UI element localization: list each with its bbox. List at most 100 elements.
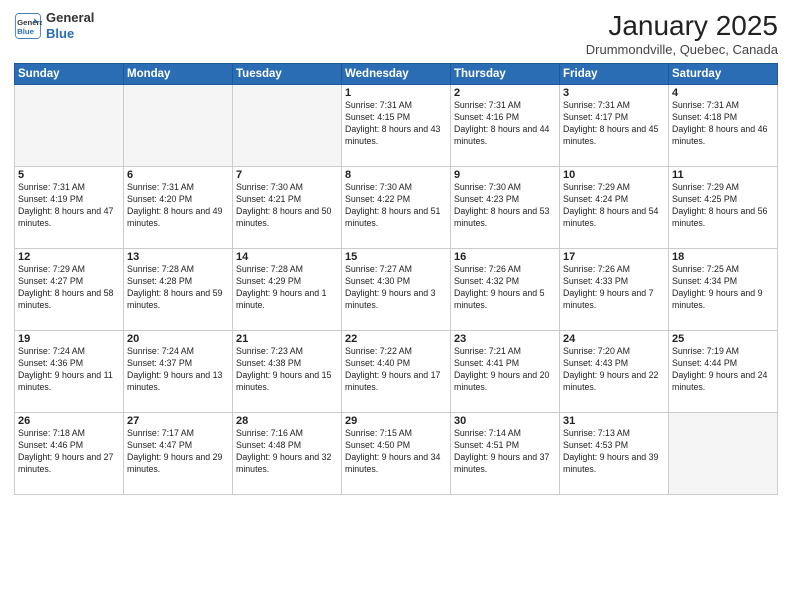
cell-text: Sunrise: 7:30 AM Sunset: 4:21 PM Dayligh… bbox=[236, 182, 338, 230]
day-number: 24 bbox=[563, 333, 665, 345]
calendar-cell: 7Sunrise: 7:30 AM Sunset: 4:21 PM Daylig… bbox=[233, 167, 342, 249]
calendar-cell: 5Sunrise: 7:31 AM Sunset: 4:19 PM Daylig… bbox=[15, 167, 124, 249]
weekday-header-monday: Monday bbox=[124, 64, 233, 85]
title-block: January 2025 Drummondville, Quebec, Cana… bbox=[586, 10, 778, 57]
day-number: 4 bbox=[672, 87, 774, 99]
day-number: 30 bbox=[454, 415, 556, 427]
cell-text: Sunrise: 7:16 AM Sunset: 4:48 PM Dayligh… bbox=[236, 428, 338, 476]
cell-text: Sunrise: 7:29 AM Sunset: 4:25 PM Dayligh… bbox=[672, 182, 774, 230]
day-number: 3 bbox=[563, 87, 665, 99]
calendar-cell: 26Sunrise: 7:18 AM Sunset: 4:46 PM Dayli… bbox=[15, 413, 124, 495]
cell-text: Sunrise: 7:26 AM Sunset: 4:33 PM Dayligh… bbox=[563, 264, 665, 312]
cell-text: Sunrise: 7:28 AM Sunset: 4:29 PM Dayligh… bbox=[236, 264, 338, 312]
weekday-header-tuesday: Tuesday bbox=[233, 64, 342, 85]
day-number: 6 bbox=[127, 169, 229, 181]
weekday-header-thursday: Thursday bbox=[451, 64, 560, 85]
cell-text: Sunrise: 7:21 AM Sunset: 4:41 PM Dayligh… bbox=[454, 346, 556, 394]
day-number: 29 bbox=[345, 415, 447, 427]
calendar-cell: 28Sunrise: 7:16 AM Sunset: 4:48 PM Dayli… bbox=[233, 413, 342, 495]
cell-text: Sunrise: 7:31 AM Sunset: 4:15 PM Dayligh… bbox=[345, 100, 447, 148]
week-row-4: 26Sunrise: 7:18 AM Sunset: 4:46 PM Dayli… bbox=[15, 413, 778, 495]
cell-text: Sunrise: 7:31 AM Sunset: 4:18 PM Dayligh… bbox=[672, 100, 774, 148]
day-number: 26 bbox=[18, 415, 120, 427]
calendar-cell: 2Sunrise: 7:31 AM Sunset: 4:16 PM Daylig… bbox=[451, 85, 560, 167]
day-number: 11 bbox=[672, 169, 774, 181]
day-number: 9 bbox=[454, 169, 556, 181]
day-number: 16 bbox=[454, 251, 556, 263]
day-number: 19 bbox=[18, 333, 120, 345]
calendar-table: SundayMondayTuesdayWednesdayThursdayFrid… bbox=[14, 63, 778, 495]
cell-text: Sunrise: 7:13 AM Sunset: 4:53 PM Dayligh… bbox=[563, 428, 665, 476]
cell-text: Sunrise: 7:27 AM Sunset: 4:30 PM Dayligh… bbox=[345, 264, 447, 312]
cell-text: Sunrise: 7:30 AM Sunset: 4:23 PM Dayligh… bbox=[454, 182, 556, 230]
weekday-header-sunday: Sunday bbox=[15, 64, 124, 85]
calendar-cell: 25Sunrise: 7:19 AM Sunset: 4:44 PM Dayli… bbox=[669, 331, 778, 413]
calendar-cell: 12Sunrise: 7:29 AM Sunset: 4:27 PM Dayli… bbox=[15, 249, 124, 331]
cell-text: Sunrise: 7:18 AM Sunset: 4:46 PM Dayligh… bbox=[18, 428, 120, 476]
day-number: 15 bbox=[345, 251, 447, 263]
calendar-cell: 22Sunrise: 7:22 AM Sunset: 4:40 PM Dayli… bbox=[342, 331, 451, 413]
day-number: 28 bbox=[236, 415, 338, 427]
week-row-3: 19Sunrise: 7:24 AM Sunset: 4:36 PM Dayli… bbox=[15, 331, 778, 413]
calendar-cell bbox=[15, 85, 124, 167]
day-number: 8 bbox=[345, 169, 447, 181]
calendar-cell: 18Sunrise: 7:25 AM Sunset: 4:34 PM Dayli… bbox=[669, 249, 778, 331]
day-number: 7 bbox=[236, 169, 338, 181]
logo-general: General bbox=[46, 10, 94, 26]
day-number: 23 bbox=[454, 333, 556, 345]
day-number: 14 bbox=[236, 251, 338, 263]
cell-text: Sunrise: 7:29 AM Sunset: 4:27 PM Dayligh… bbox=[18, 264, 120, 312]
cell-text: Sunrise: 7:31 AM Sunset: 4:16 PM Dayligh… bbox=[454, 100, 556, 148]
week-row-2: 12Sunrise: 7:29 AM Sunset: 4:27 PM Dayli… bbox=[15, 249, 778, 331]
cell-text: Sunrise: 7:29 AM Sunset: 4:24 PM Dayligh… bbox=[563, 182, 665, 230]
logo: General Blue General Blue bbox=[14, 10, 94, 41]
weekday-header-wednesday: Wednesday bbox=[342, 64, 451, 85]
cell-text: Sunrise: 7:17 AM Sunset: 4:47 PM Dayligh… bbox=[127, 428, 229, 476]
calendar-cell: 13Sunrise: 7:28 AM Sunset: 4:28 PM Dayli… bbox=[124, 249, 233, 331]
calendar-cell: 16Sunrise: 7:26 AM Sunset: 4:32 PM Dayli… bbox=[451, 249, 560, 331]
calendar-cell bbox=[124, 85, 233, 167]
calendar-cell: 24Sunrise: 7:20 AM Sunset: 4:43 PM Dayli… bbox=[560, 331, 669, 413]
calendar-cell bbox=[233, 85, 342, 167]
calendar-cell: 11Sunrise: 7:29 AM Sunset: 4:25 PM Dayli… bbox=[669, 167, 778, 249]
day-number: 5 bbox=[18, 169, 120, 181]
cell-text: Sunrise: 7:31 AM Sunset: 4:17 PM Dayligh… bbox=[563, 100, 665, 148]
weekday-header-row: SundayMondayTuesdayWednesdayThursdayFrid… bbox=[15, 64, 778, 85]
calendar-cell: 9Sunrise: 7:30 AM Sunset: 4:23 PM Daylig… bbox=[451, 167, 560, 249]
day-number: 2 bbox=[454, 87, 556, 99]
cell-text: Sunrise: 7:24 AM Sunset: 4:37 PM Dayligh… bbox=[127, 346, 229, 394]
cell-text: Sunrise: 7:14 AM Sunset: 4:51 PM Dayligh… bbox=[454, 428, 556, 476]
calendar-cell: 21Sunrise: 7:23 AM Sunset: 4:38 PM Dayli… bbox=[233, 331, 342, 413]
svg-text:Blue: Blue bbox=[17, 26, 35, 35]
calendar-cell: 14Sunrise: 7:28 AM Sunset: 4:29 PM Dayli… bbox=[233, 249, 342, 331]
day-number: 31 bbox=[563, 415, 665, 427]
calendar-cell: 30Sunrise: 7:14 AM Sunset: 4:51 PM Dayli… bbox=[451, 413, 560, 495]
logo-text-block: General Blue bbox=[46, 10, 94, 41]
day-number: 1 bbox=[345, 87, 447, 99]
cell-text: Sunrise: 7:31 AM Sunset: 4:19 PM Dayligh… bbox=[18, 182, 120, 230]
cell-text: Sunrise: 7:28 AM Sunset: 4:28 PM Dayligh… bbox=[127, 264, 229, 312]
location: Drummondville, Quebec, Canada bbox=[586, 42, 778, 57]
page: General Blue General Blue January 2025 D… bbox=[0, 0, 792, 612]
day-number: 17 bbox=[563, 251, 665, 263]
calendar-cell: 23Sunrise: 7:21 AM Sunset: 4:41 PM Dayli… bbox=[451, 331, 560, 413]
day-number: 25 bbox=[672, 333, 774, 345]
day-number: 20 bbox=[127, 333, 229, 345]
day-number: 13 bbox=[127, 251, 229, 263]
calendar-body: 1Sunrise: 7:31 AM Sunset: 4:15 PM Daylig… bbox=[15, 85, 778, 495]
week-row-1: 5Sunrise: 7:31 AM Sunset: 4:19 PM Daylig… bbox=[15, 167, 778, 249]
cell-text: Sunrise: 7:15 AM Sunset: 4:50 PM Dayligh… bbox=[345, 428, 447, 476]
cell-text: Sunrise: 7:20 AM Sunset: 4:43 PM Dayligh… bbox=[563, 346, 665, 394]
calendar-cell bbox=[669, 413, 778, 495]
week-row-0: 1Sunrise: 7:31 AM Sunset: 4:15 PM Daylig… bbox=[15, 85, 778, 167]
header: General Blue General Blue January 2025 D… bbox=[14, 10, 778, 57]
logo-icon: General Blue bbox=[14, 12, 42, 40]
calendar-cell: 6Sunrise: 7:31 AM Sunset: 4:20 PM Daylig… bbox=[124, 167, 233, 249]
day-number: 27 bbox=[127, 415, 229, 427]
cell-text: Sunrise: 7:30 AM Sunset: 4:22 PM Dayligh… bbox=[345, 182, 447, 230]
calendar-cell: 27Sunrise: 7:17 AM Sunset: 4:47 PM Dayli… bbox=[124, 413, 233, 495]
calendar-cell: 10Sunrise: 7:29 AM Sunset: 4:24 PM Dayli… bbox=[560, 167, 669, 249]
weekday-header-friday: Friday bbox=[560, 64, 669, 85]
weekday-header-saturday: Saturday bbox=[669, 64, 778, 85]
calendar-cell: 15Sunrise: 7:27 AM Sunset: 4:30 PM Dayli… bbox=[342, 249, 451, 331]
